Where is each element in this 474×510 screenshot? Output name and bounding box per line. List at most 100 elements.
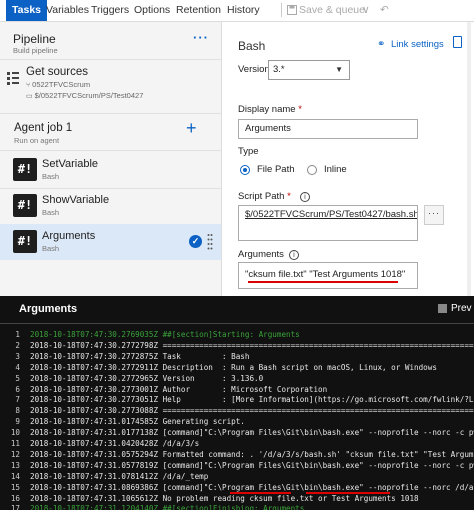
save-icon bbox=[287, 0, 297, 20]
divider bbox=[0, 113, 222, 114]
previous-icon[interactable] bbox=[438, 304, 447, 313]
line-number: 8 bbox=[15, 406, 20, 416]
divider bbox=[0, 323, 474, 324]
undo-icon[interactable]: ↶ bbox=[380, 0, 389, 20]
drag-handle-icon[interactable] bbox=[207, 233, 213, 251]
repo-line: ⑂ 0522TFVCScrum bbox=[26, 80, 90, 89]
task-details-title: Bash bbox=[238, 39, 266, 53]
log-line: 9 2018-10-18T07:47:31.0174585Z Generating… bbox=[0, 416, 474, 427]
divider bbox=[0, 150, 222, 151]
line-number: 16 bbox=[10, 493, 20, 503]
agent-job-subtitle: Run on agent bbox=[14, 136, 60, 145]
get-sources-title: Get sources bbox=[26, 66, 88, 78]
log-line: 4 2018-10-18T07:47:30.2772911Z Descriptio… bbox=[0, 362, 474, 373]
log-header: Arguments Prev bbox=[0, 296, 474, 323]
log-text: 2018-10-18T07:47:31.0869386Z [command]"C… bbox=[30, 482, 474, 492]
log-line: 6 2018-10-18T07:47:30.2773001Z Author : M… bbox=[0, 384, 474, 395]
log-line: 13 2018-10-18T07:47:31.0577819Z [command]… bbox=[0, 460, 474, 471]
log-text: 2018-10-18T07:47:30.2772911Z Description… bbox=[30, 362, 437, 372]
type-radio-file-path[interactable] bbox=[240, 165, 250, 175]
log-text: 2018-10-18T07:47:30.2773088Z ===========… bbox=[30, 406, 474, 416]
log-line: 7 2018-10-18T07:47:30.2773051Z Help : [Mo… bbox=[0, 394, 474, 405]
log-line: 14 2018-10-18T07:47:31.0781412Z /d/a/_tem… bbox=[0, 471, 474, 482]
clipboard-icon[interactable] bbox=[453, 36, 462, 48]
pipeline-title[interactable]: Pipeline bbox=[13, 32, 56, 46]
log-text: 2018-10-18T07:47:31.0781412Z /d/a/_temp bbox=[30, 471, 209, 481]
tab-bar: Tasks Variables Triggers Options Retenti… bbox=[0, 0, 474, 22]
repo-name: 0522TFVCScrum bbox=[32, 80, 91, 89]
folder-icon: ▭ bbox=[26, 93, 35, 100]
info-icon[interactable]: i bbox=[300, 192, 310, 202]
task-item-setvariable[interactable]: #! SetVariable Bash bbox=[0, 152, 221, 188]
log-line: 12 2018-10-18T07:47:31.0575294Z Formatted… bbox=[0, 449, 474, 460]
required-mark: * bbox=[287, 191, 291, 202]
log-line: 8 2018-10-18T07:47:30.2773088Z ==========… bbox=[0, 405, 474, 416]
required-mark: * bbox=[298, 104, 302, 115]
browse-button[interactable]: ··· bbox=[424, 205, 444, 225]
task-item-showvariable[interactable]: #! ShowVariable Bash bbox=[0, 188, 221, 224]
log-text: 2018-10-18T07:47:31.1204140Z ##[section]… bbox=[30, 504, 305, 510]
task-name: ShowVariable bbox=[42, 194, 110, 206]
script-path-label: Script Path * bbox=[238, 191, 291, 202]
agent-job-title: Agent job 1 bbox=[14, 122, 73, 134]
pipeline-editor: Tasks Variables Triggers Options Retenti… bbox=[0, 0, 474, 296]
script-path-input[interactable]: $/0522TFVCScrum/PS/Test0427/bash.sh bbox=[238, 205, 418, 241]
line-number: 11 bbox=[10, 439, 20, 448]
log-text: 2018-10-18T07:47:30.2773051Z Help : [Mor… bbox=[30, 395, 474, 405]
divider bbox=[0, 59, 222, 60]
line-number: 12 bbox=[10, 449, 20, 459]
bash-icon: #! bbox=[13, 230, 37, 253]
line-number: 15 bbox=[10, 482, 20, 492]
tab-history[interactable]: History bbox=[227, 0, 260, 21]
chevron-down-icon[interactable]: ∨ bbox=[362, 0, 370, 20]
bash-icon: #! bbox=[13, 194, 37, 217]
log-text: 2018-10-18T07:47:30.2772798Z ===========… bbox=[30, 340, 474, 350]
log-line: 5 2018-10-18T07:47:30.2772965Z Version : … bbox=[0, 373, 474, 384]
log-text: 2018-10-18T07:47:30.2769035Z ##[section]… bbox=[30, 330, 300, 339]
log-text: 2018-10-18T07:47:31.0177138Z [command]"C… bbox=[30, 428, 474, 438]
link-icon[interactable]: ⚭ bbox=[377, 39, 385, 50]
save-queue-button[interactable]: Save & queue bbox=[299, 0, 365, 20]
link-settings-button[interactable]: Link settings bbox=[391, 39, 444, 50]
annotation-underline bbox=[248, 281, 398, 283]
info-icon[interactable]: i bbox=[289, 250, 299, 260]
log-text: 2018-10-18T07:47:31.0420428Z /d/a/3/s bbox=[30, 439, 200, 448]
get-sources-icon bbox=[7, 72, 19, 85]
log-text: 2018-10-18T07:47:31.1065612Z No problem … bbox=[30, 493, 419, 503]
task-name: SetVariable bbox=[42, 158, 99, 170]
task-type: Bash bbox=[42, 244, 60, 253]
tab-tasks[interactable]: Tasks bbox=[6, 0, 47, 21]
line-number: 2 bbox=[15, 340, 20, 350]
bash-icon: #! bbox=[13, 158, 37, 181]
log-line: 3 2018-10-18T07:47:30.2772875Z Task : Bas… bbox=[0, 351, 474, 362]
type-option-label: Inline bbox=[324, 164, 347, 175]
path-line: ▭ $/0522TFVCScrum/PS/Test0427 bbox=[26, 91, 143, 100]
log-line: 16 2018-10-18T07:47:31.1065612Z No proble… bbox=[0, 493, 474, 504]
display-name-input[interactable]: Arguments bbox=[238, 119, 418, 139]
pipeline-subtitle: Build pipeline bbox=[13, 46, 58, 55]
log-panel: Arguments Prev 1 2018-10-18T07:47:30.2769… bbox=[0, 296, 474, 510]
tab-options[interactable]: Options bbox=[134, 0, 170, 21]
type-radio-inline[interactable] bbox=[307, 165, 317, 175]
pipeline-more-button[interactable]: ··· bbox=[193, 31, 209, 44]
tab-triggers[interactable]: Triggers bbox=[91, 0, 129, 21]
annotation-underline bbox=[306, 492, 390, 494]
line-number: 13 bbox=[10, 460, 20, 470]
checkmark-icon: ✓ bbox=[189, 235, 202, 248]
log-text: 2018-10-18T07:47:31.0174585Z Generating … bbox=[30, 417, 245, 427]
scrollbar[interactable] bbox=[467, 22, 471, 296]
add-task-button[interactable]: + bbox=[186, 119, 197, 137]
chevron-down-icon: ▼ bbox=[335, 65, 343, 74]
tab-retention[interactable]: Retention bbox=[176, 0, 221, 21]
line-number: 3 bbox=[15, 351, 20, 361]
log-text: 2018-10-18T07:47:30.2773001Z Author : Mi… bbox=[30, 384, 328, 394]
task-item-arguments[interactable]: #! Arguments Bash ✓ bbox=[0, 224, 221, 260]
display-name-label-text: Display name bbox=[238, 104, 296, 115]
arguments-input[interactable]: "cksum file.txt" "Test Arguments 1018" bbox=[238, 262, 418, 289]
task-list-pane: Pipeline Build pipeline ··· Get sources … bbox=[0, 22, 222, 296]
log-text: 2018-10-18T07:47:30.2772965Z Version : 3… bbox=[30, 373, 264, 383]
previous-button[interactable]: Prev bbox=[451, 303, 472, 314]
tab-variables[interactable]: Variables bbox=[46, 0, 89, 21]
version-select[interactable]: 3.* ▼ bbox=[268, 60, 350, 80]
line-number: 7 bbox=[15, 395, 20, 405]
